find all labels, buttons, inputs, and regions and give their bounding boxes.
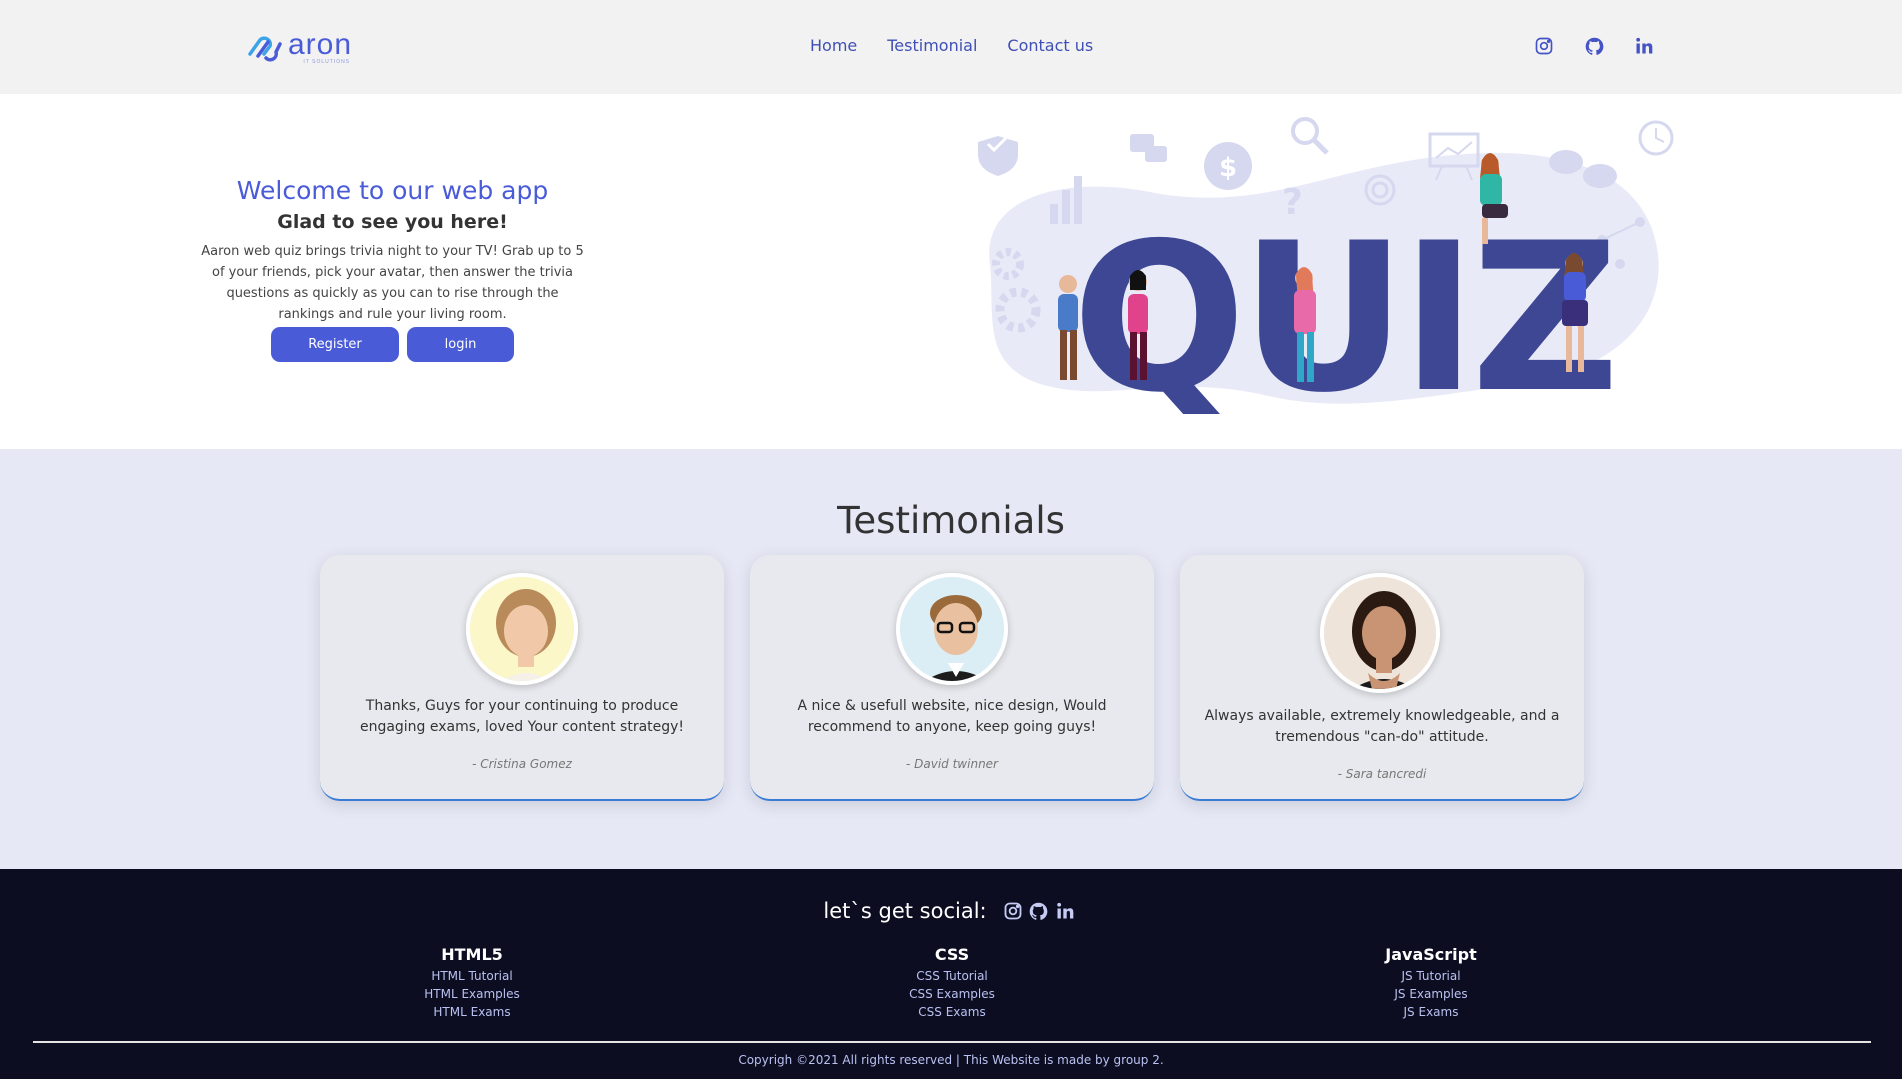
testimonial-author: - Sara tancredi <box>1337 767 1427 781</box>
avatar <box>466 573 578 685</box>
linkedin-icon[interactable] <box>1053 899 1077 923</box>
nav-testimonial-link[interactable]: Testimonial <box>887 36 977 55</box>
footer-link[interactable]: HTML Exams <box>372 1003 572 1021</box>
logo-word: aron <box>288 28 353 61</box>
footer-link[interactable]: JS Examples <box>1331 985 1531 1003</box>
testimonial-card: Always available, extremely knowledgeabl… <box>1180 555 1584 801</box>
footer-column-css: CSS CSS Tutorial CSS Examples CSS Exams <box>852 945 1052 1021</box>
logo-tagline: IT SOLUTIONS <box>303 59 351 65</box>
testimonial-author: - Cristina Gomez <box>472 757 572 771</box>
footer-column-html5: HTML5 HTML Tutorial HTML Examples HTML E… <box>372 945 572 1021</box>
hero-subtitle: Glad to see you here! <box>277 211 508 233</box>
hero-buttons: Register login <box>200 327 585 362</box>
hero-section: Welcome to our web app Glad to see you h… <box>0 94 1902 449</box>
nav-contact-link[interactable]: Contact us <box>1007 36 1093 55</box>
avatar <box>1320 573 1440 693</box>
footer-link[interactable]: HTML Examples <box>372 985 572 1003</box>
footer-column-javascript: JavaScript JS Tutorial JS Examples JS Ex… <box>1331 945 1531 1021</box>
site-header: aron IT SOLUTIONS Home Testimonial Conta… <box>0 0 1902 94</box>
footer-divider <box>33 1041 1871 1043</box>
testimonial-cards: Thanks, Guys for your continuing to prod… <box>320 555 1584 801</box>
register-button[interactable]: Register <box>271 327 399 362</box>
testimonial-quote: A nice & usefull website, nice design, W… <box>797 698 1107 735</box>
instagram-icon[interactable] <box>1001 899 1025 923</box>
avatar <box>896 573 1008 685</box>
testimonial-quote: Thanks, Guys for your continuing to prod… <box>359 698 685 735</box>
testimonials-section: Testimonials Thanks, Guys for your conti… <box>0 449 1902 869</box>
footer-link[interactable]: CSS Tutorial <box>852 967 1052 985</box>
github-icon[interactable] <box>1027 899 1051 923</box>
hero-description: Aaron web quiz brings trivia night to yo… <box>201 244 584 322</box>
header-social-icons <box>1532 34 1682 58</box>
footer-link[interactable]: CSS Examples <box>852 985 1052 1003</box>
logo[interactable]: aron IT SOLUTIONS <box>244 30 374 66</box>
testimonial-card: A nice & usefull website, nice design, W… <box>750 555 1154 801</box>
hero-text-block: Welcome to our web app Glad to see you h… <box>200 176 585 362</box>
copyright-text: Copyrigh ©2021 All rights reserved | Thi… <box>738 1053 1164 1067</box>
testimonial-card: Thanks, Guys for your continuing to prod… <box>320 555 724 801</box>
footer-link[interactable]: HTML Tutorial <box>372 967 572 985</box>
main-nav: Home Testimonial Contact us <box>810 36 1123 55</box>
footer-link[interactable]: JS Exams <box>1331 1003 1531 1021</box>
social-label: let`s get social: <box>823 899 987 923</box>
site-footer: let`s get social: HTML5 HTML Tutorial HT… <box>0 869 1902 1079</box>
footer-link[interactable]: JS Tutorial <box>1331 967 1531 985</box>
footer-link[interactable]: CSS Exams <box>852 1003 1052 1021</box>
login-button[interactable]: login <box>407 327 514 362</box>
footer-column-title: JavaScript <box>1385 945 1477 964</box>
dollar-icon: $ <box>1219 153 1237 183</box>
instagram-icon[interactable] <box>1532 34 1556 58</box>
hero-title: Welcome to our web app <box>236 176 549 205</box>
quiz-illustration: $ ? QUIZ <box>978 117 1674 414</box>
testimonials-title: Testimonials <box>837 499 1065 542</box>
github-icon[interactable] <box>1582 34 1606 58</box>
footer-column-title: CSS <box>934 945 970 964</box>
quiz-word: QUIZ <box>1072 200 1614 414</box>
footer-column-title: HTML5 <box>441 945 503 964</box>
logo-icon <box>248 36 282 62</box>
footer-social: let`s get social: <box>0 899 1902 923</box>
testimonial-author: - David twinner <box>906 757 998 771</box>
linkedin-icon[interactable] <box>1632 34 1656 58</box>
nav-home-link[interactable]: Home <box>810 36 857 55</box>
testimonial-quote: Always available, extremely knowledgeabl… <box>1204 708 1560 745</box>
